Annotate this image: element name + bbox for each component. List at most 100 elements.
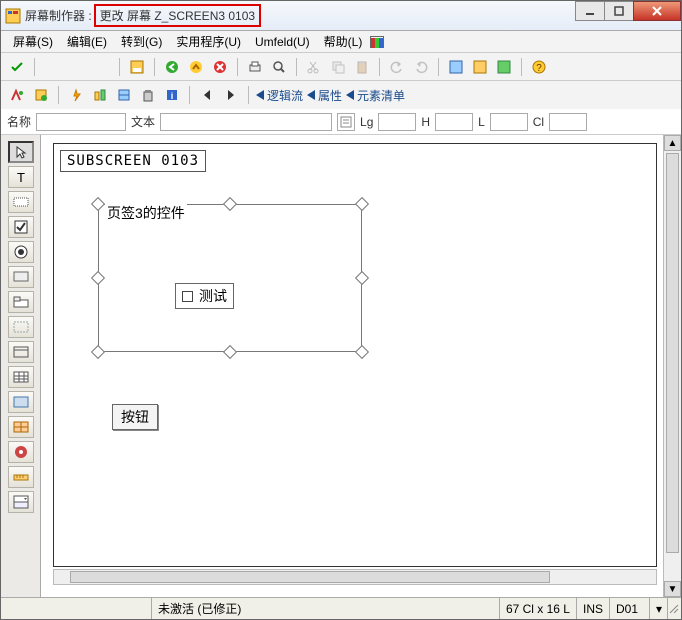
separator — [58, 86, 59, 104]
radio-tool-icon[interactable] — [8, 241, 34, 263]
l-input[interactable] — [490, 113, 528, 131]
resize-handle-w-icon[interactable] — [91, 271, 105, 285]
minimize-button[interactable] — [575, 1, 605, 21]
text-input[interactable] — [160, 113, 332, 131]
hscroll-thumb[interactable] — [70, 571, 550, 583]
resize-handle-se-icon[interactable] — [355, 345, 369, 359]
canvas-area: SUBSCREEN 0103 页签3的控件 测试 按钮 ▲ — [41, 135, 681, 597]
layout1-icon[interactable] — [446, 57, 466, 77]
svg-text:i: i — [171, 91, 174, 101]
status-tool-icon[interactable] — [8, 441, 34, 463]
nav-attributes[interactable]: 属性 — [307, 87, 342, 104]
menu-goto[interactable]: 转到(G) — [115, 31, 168, 52]
resize-handle-s-icon[interactable] — [223, 345, 237, 359]
separator — [119, 58, 120, 76]
back-icon[interactable] — [162, 57, 182, 77]
nav-icon-2[interactable] — [31, 85, 51, 105]
tab-tool-icon[interactable] — [8, 291, 34, 313]
vertical-scrollbar[interactable]: ▲ ▼ — [663, 135, 681, 597]
separator — [248, 86, 249, 104]
delete-icon[interactable] — [138, 85, 158, 105]
cl-input[interactable] — [549, 113, 587, 131]
document-title-highlighted: 更改 屏幕 Z_SCREEN3 0103 — [94, 4, 261, 27]
scroll-down-icon[interactable]: ▼ — [664, 581, 681, 597]
h-label: H — [421, 115, 430, 129]
horizontal-scrollbar[interactable] — [53, 569, 657, 585]
text-label: 文本 — [131, 113, 155, 130]
menu-umfeld[interactable]: Umfeld(U) — [249, 33, 316, 51]
resize-handle-ne-icon[interactable] — [355, 197, 369, 211]
h-input[interactable] — [435, 113, 473, 131]
nav-toolbar: i 逻辑流 属性 元素清单 — [1, 81, 681, 109]
custom-tool-icon[interactable] — [8, 391, 34, 413]
grid-tool-icon[interactable] — [8, 416, 34, 438]
check-icon[interactable] — [7, 57, 27, 77]
input-tool-icon[interactable] — [8, 191, 34, 213]
up-icon[interactable] — [186, 57, 206, 77]
separator — [296, 58, 297, 76]
lg-input[interactable] — [378, 113, 416, 131]
layout3-icon[interactable] — [494, 57, 514, 77]
menu-edit[interactable]: 编辑(E) — [61, 31, 113, 52]
save-icon[interactable] — [127, 57, 147, 77]
canvas-frame[interactable]: SUBSCREEN 0103 页签3的控件 测试 按钮 — [53, 143, 657, 567]
subscreen-tool-icon[interactable] — [8, 341, 34, 363]
layout2-icon[interactable] — [470, 57, 490, 77]
resize-handle-n-icon[interactable] — [223, 197, 237, 211]
copy-icon[interactable] — [328, 57, 348, 77]
resize-handle-nw-icon[interactable] — [91, 197, 105, 211]
name-label: 名称 — [7, 113, 31, 130]
box-tool-icon[interactable] — [8, 316, 34, 338]
menu-help[interactable]: 帮助(L) — [318, 31, 369, 52]
checkbox-tool-icon[interactable] — [8, 216, 34, 238]
resize-handle-sw-icon[interactable] — [91, 345, 105, 359]
next-icon[interactable] — [221, 85, 241, 105]
redo-icon[interactable] — [411, 57, 431, 77]
activate-icon[interactable] — [66, 85, 86, 105]
separator — [438, 58, 439, 76]
nav-icon-4[interactable] — [90, 85, 110, 105]
undo-icon[interactable] — [387, 57, 407, 77]
status-menu-icon[interactable]: ▾ — [649, 598, 667, 619]
print-icon[interactable] — [245, 57, 265, 77]
prev-icon[interactable] — [197, 85, 217, 105]
groupbox-selected[interactable]: 页签3的控件 测试 — [98, 204, 362, 352]
menu-utilities[interactable]: 实用程序(U) — [170, 31, 247, 52]
menu-screen[interactable]: 屏幕(S) — [7, 31, 59, 52]
checkbox-label: 测试 — [199, 286, 227, 306]
name-input[interactable] — [36, 113, 126, 131]
ruler-tool-icon[interactable] — [8, 466, 34, 488]
nav-element-list[interactable]: 元素清单 — [346, 87, 405, 104]
scroll-up-icon[interactable]: ▲ — [664, 135, 681, 151]
separator — [237, 58, 238, 76]
pointer-tool-icon[interactable] — [8, 141, 34, 163]
separator — [34, 58, 35, 76]
table-tool-icon[interactable] — [8, 366, 34, 388]
cut-icon[interactable] — [304, 57, 324, 77]
app-title: 屏幕制作器 : — [25, 7, 92, 24]
paste-icon[interactable] — [352, 57, 372, 77]
separator — [521, 58, 522, 76]
text-tool-icon[interactable]: T — [8, 166, 34, 188]
resize-handle-e-icon[interactable] — [355, 271, 369, 285]
button-tool-icon[interactable] — [8, 266, 34, 288]
nav-icon-1[interactable] — [7, 85, 27, 105]
find-icon[interactable] — [269, 57, 289, 77]
button-control[interactable]: 按钮 — [112, 404, 158, 430]
checkbox-control[interactable]: 测试 — [175, 283, 234, 309]
help-icon[interactable]: ? — [529, 57, 549, 77]
text-picker-icon[interactable] — [337, 113, 355, 131]
test-icon[interactable]: i — [162, 85, 182, 105]
subscreen-label: SUBSCREEN 0103 — [60, 150, 206, 172]
menu-bar: 屏幕(S) 编辑(E) 转到(G) 实用程序(U) Umfeld(U) 帮助(L… — [1, 31, 681, 53]
vscroll-thumb[interactable] — [666, 153, 679, 553]
close-button[interactable] — [633, 1, 681, 21]
cl-label: Cl — [533, 115, 544, 129]
color-palette-icon[interactable] — [370, 36, 384, 48]
nav-icon-5[interactable] — [114, 85, 134, 105]
cancel-icon[interactable] — [210, 57, 230, 77]
maximize-button[interactable] — [604, 1, 634, 21]
nav-logic-flow[interactable]: 逻辑流 — [256, 87, 303, 104]
resize-grip-icon[interactable] — [667, 598, 681, 619]
dropdown-tool-icon[interactable] — [8, 491, 34, 513]
